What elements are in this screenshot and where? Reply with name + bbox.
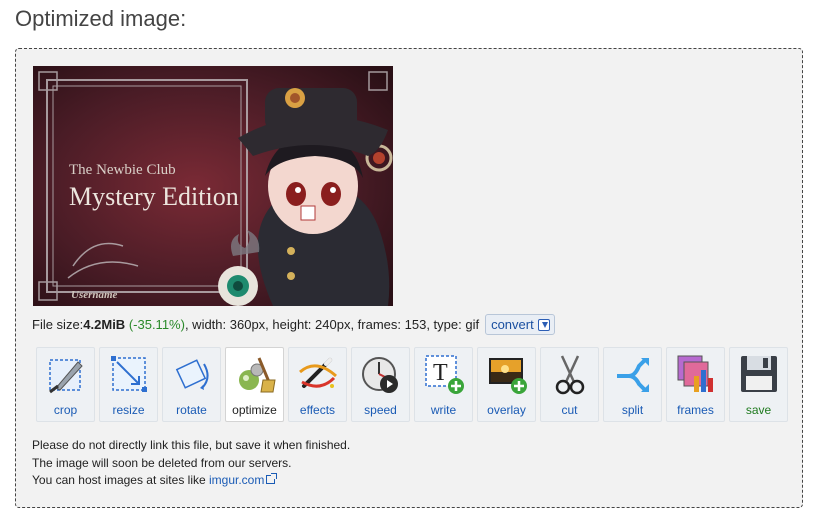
file-size-value: 4.2MiB [83,317,126,332]
split-icon [616,358,649,392]
resize-tool-button[interactable]: resize [99,347,158,422]
file-details: , width: 360px, height: 240px, frames: 1… [184,317,480,332]
write-icon: T [424,355,464,394]
resize-icon [110,356,147,392]
tool-label: frames [677,403,714,417]
preview-image: The Newbie Club Mystery Edition Username [33,66,393,306]
tool-label: optimize [232,403,277,417]
file-info: File size: 4.2MiB (-35.11%) , width: 360… [32,314,555,335]
tool-label: rotate [176,403,207,417]
optimize-tool-button[interactable]: optimize [225,347,284,422]
effects-icon [298,358,337,388]
page-title: Optimized image: [15,6,187,31]
tool-bar: crop resize rotate optimize effects spee… [36,347,788,422]
imgur-link[interactable]: imgur.com [209,473,264,487]
rotate-icon [175,359,208,390]
tool-label: effects [299,403,336,417]
save-tool-button[interactable]: save [729,347,788,422]
save-icon [740,356,777,392]
notice-line-1: Please do not directly link this file, b… [32,438,351,452]
convert-label: convert [491,317,534,332]
preview-username: Username [71,289,118,301]
tool-label: crop [53,403,78,417]
tool-label: overlay [487,403,526,417]
crop-icon [48,359,83,394]
preview-text-line1: The Newbie Club [69,162,176,178]
notice-line-2: The image will soon be deleted from our … [32,455,292,470]
notice-line-3: You can host images at sites like imgur.… [32,472,350,490]
notice-text: Please do not directly link this file, b… [32,437,350,490]
tool-label: write [430,403,457,417]
crop-tool-button[interactable]: crop [36,347,95,422]
effects-tool-button[interactable]: effects [288,347,347,422]
frames-icon [677,355,713,392]
svg-text:T: T [433,360,448,386]
tool-label: speed [364,403,397,417]
overlay-icon [488,358,527,394]
cut-tool-button[interactable]: cut [540,347,599,422]
size-reduction: (-35.11%) [128,317,185,332]
overlay-tool-button[interactable]: overlay [477,347,536,422]
tool-label: split [621,403,644,417]
preview-text-line2: Mystery Edition [69,182,239,211]
optimize-icon [238,357,276,393]
write-tool-button[interactable]: T write [414,347,473,422]
tool-label: cut [561,403,578,417]
tool-label: save [745,403,772,417]
download-arrow-icon [537,318,550,331]
split-tool-button[interactable]: split [603,347,662,422]
external-link-icon [266,473,278,484]
frames-tool-button[interactable]: frames [666,347,725,422]
notice-line-3-prefix: You can host images at sites like [32,473,209,487]
tool-label: resize [112,403,145,417]
speed-tool-button[interactable]: speed [351,347,410,422]
file-size-label: File size: [32,317,84,332]
cut-icon [555,355,584,395]
rotate-tool-button[interactable]: rotate [162,347,221,422]
speed-icon [361,357,398,393]
convert-button[interactable]: convert [485,314,555,335]
result-panel: The Newbie Club Mystery Edition Username… [15,48,803,508]
